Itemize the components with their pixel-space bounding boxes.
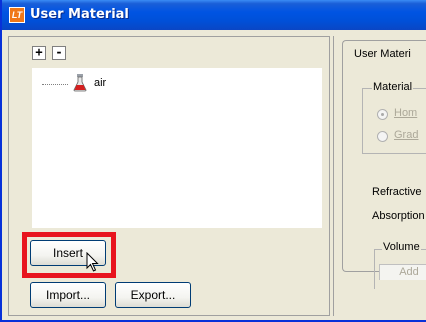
gradient-radio[interactable] [377,131,388,142]
material-tree[interactable]: air [32,68,322,228]
mouse-cursor-icon [86,252,99,272]
user-material-window: LT User Material + - air Insert Import..… [0,0,426,322]
collapse-all-button[interactable]: - [52,46,66,60]
window-title: User Material [30,7,129,22]
gradient-label: Grad [394,129,419,141]
add-button[interactable]: Add [379,264,426,280]
export-button[interactable]: Export... [115,282,191,308]
user-material-group-title: User Materi [353,48,412,60]
user-material-group [342,40,426,272]
homogeneous-radio[interactable] [377,109,388,120]
tree-connector [42,84,68,85]
refractive-index-label: Refractive [372,186,422,198]
material-group-title: Material [372,81,414,93]
material-type-group [362,88,426,154]
flask-icon [73,74,87,92]
expand-all-button[interactable]: + [32,46,46,60]
tree-item-air[interactable]: air [94,77,106,89]
homogeneous-label: Hom [394,107,418,119]
app-icon: LT [9,7,25,23]
import-button[interactable]: Import... [30,282,106,308]
volume-group-title: Volume [382,241,421,253]
title-bar[interactable]: LT User Material [2,0,426,30]
absorption-label: Absorption [372,210,425,222]
